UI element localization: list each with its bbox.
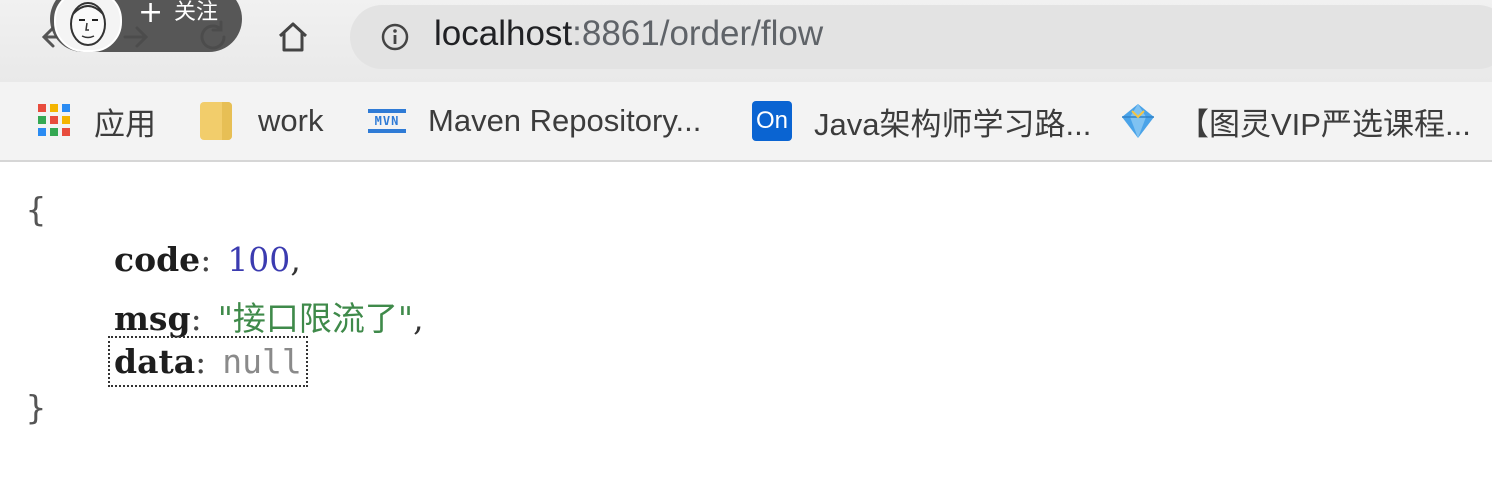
bookmark-apps[interactable]: 应用 bbox=[38, 82, 156, 160]
bookmark-label: 应用 bbox=[94, 106, 156, 142]
follow-plus-icon: + bbox=[138, 0, 164, 30]
bookmark-maven[interactable]: MVN Maven Repository... bbox=[368, 82, 701, 160]
json-comma: , bbox=[413, 299, 424, 338]
bookmark-label: work bbox=[258, 103, 324, 138]
bookmark-java[interactable]: On Java架构师学习路... bbox=[752, 82, 1091, 160]
site-info-icon[interactable] bbox=[380, 22, 410, 52]
json-value-string: "接口限流了" bbox=[217, 299, 414, 338]
json-colon: : bbox=[200, 240, 212, 279]
json-value-null: null bbox=[222, 342, 302, 381]
folder-icon bbox=[200, 102, 232, 140]
diamond-icon bbox=[1122, 104, 1154, 138]
follow-label: 关注 bbox=[174, 0, 219, 25]
json-comma: , bbox=[290, 240, 301, 279]
json-row-data[interactable]: data: null bbox=[108, 336, 308, 387]
bookmark-label: Maven Repository... bbox=[428, 103, 702, 138]
bookmarks-bar: 应用 work MVN Maven Repository... On Java架… bbox=[0, 82, 1492, 162]
maven-icon: MVN bbox=[368, 106, 406, 136]
bookmark-work[interactable]: work bbox=[200, 82, 323, 160]
home-button[interactable] bbox=[268, 12, 318, 62]
json-row-msg[interactable]: msg: "接口限流了", bbox=[114, 292, 424, 340]
json-colon: : bbox=[195, 342, 207, 381]
home-icon bbox=[278, 22, 308, 52]
json-colon: : bbox=[190, 299, 202, 338]
url-path: :8861/order/flow bbox=[572, 14, 824, 53]
bookmark-tuling[interactable]: 【图灵VIP严选课程... bbox=[1118, 82, 1471, 160]
json-value-number: 100 bbox=[227, 240, 291, 279]
avatar-face-icon bbox=[70, 2, 106, 46]
bookmark-label: 【图灵VIP严选课程... bbox=[1178, 106, 1471, 142]
json-viewer: { code: 100, msg: "接口限流了", data: null } bbox=[0, 162, 1492, 478]
avatar[interactable] bbox=[54, 0, 122, 52]
json-row-code[interactable]: code: 100, bbox=[114, 240, 301, 279]
bookmark-label: Java架构师学习路... bbox=[814, 106, 1092, 142]
apps-grid-icon bbox=[38, 104, 72, 138]
json-key: data bbox=[114, 342, 196, 381]
onenote-icon: On bbox=[752, 101, 792, 141]
json-key: msg bbox=[114, 299, 191, 338]
url-host: localhost bbox=[434, 14, 573, 53]
json-key: code bbox=[114, 240, 201, 279]
close-brace: } bbox=[26, 388, 46, 427]
url-text[interactable]: localhost:8861/order/flow bbox=[434, 14, 823, 54]
open-brace: { bbox=[26, 190, 46, 229]
